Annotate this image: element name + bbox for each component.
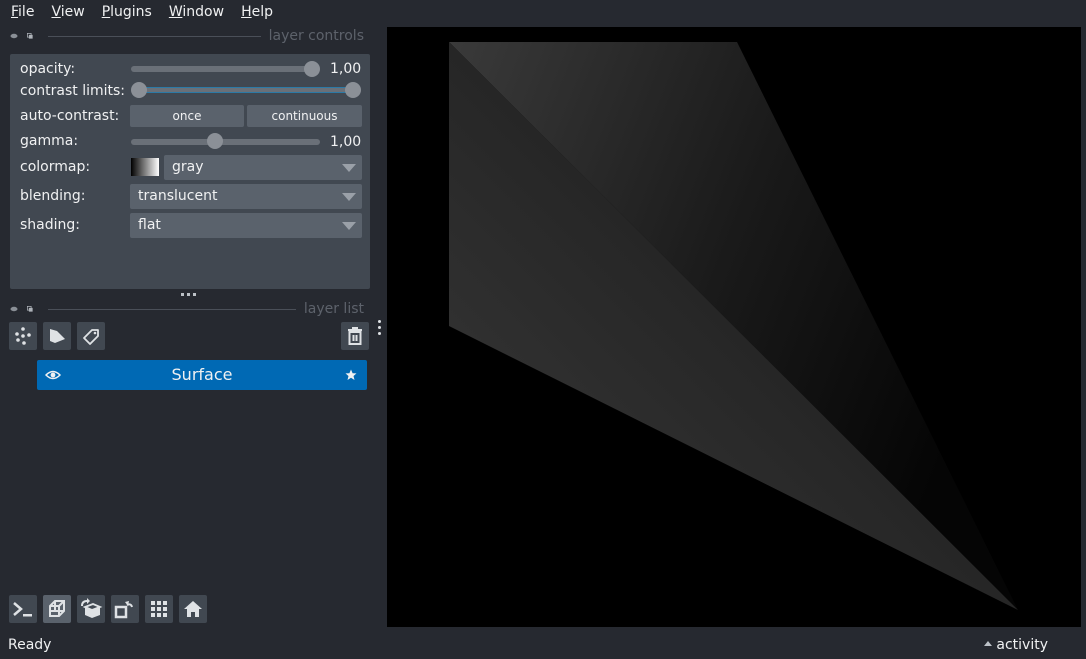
layer-controls-panel: opacity: 1,00 contrast limits: auto-cont… <box>10 54 370 289</box>
new-labels-layer-button[interactable] <box>77 322 105 350</box>
auto-contrast-label: auto-contrast: <box>20 108 120 124</box>
gamma-row: gamma: <box>20 129 130 153</box>
viewer-canvas[interactable] <box>387 27 1081 627</box>
shading-dropdown[interactable]: flat <box>130 213 362 238</box>
home-icon <box>184 601 202 617</box>
layer-controls-dock-title: layer controls <box>10 28 364 44</box>
opacity-slider[interactable] <box>131 66 313 72</box>
chevron-down-icon <box>342 193 356 201</box>
new-points-layer-button[interactable] <box>9 322 37 350</box>
contrast-limits-row: contrast limits: <box>20 79 130 103</box>
dock-title-divider <box>48 308 296 310</box>
transpose-dims-button[interactable] <box>111 595 139 623</box>
shading-label: shading: <box>20 217 80 233</box>
layer-list-dock-title: layer list <box>10 301 364 317</box>
grid-view-button[interactable] <box>145 595 173 623</box>
new-shapes-layer-button[interactable] <box>43 322 71 350</box>
activity-button[interactable]: activity <box>984 637 1048 653</box>
splitter-handle[interactable] <box>181 293 196 296</box>
opacity-row: opacity: <box>20 57 130 81</box>
status-text: Ready <box>8 637 52 653</box>
points-icon <box>15 327 31 345</box>
float-dock-icon[interactable] <box>26 306 34 312</box>
contrast-limits-high-handle[interactable] <box>345 82 361 98</box>
blending-label: blending: <box>20 188 86 204</box>
contrast-limits-low-handle[interactable] <box>131 82 147 98</box>
transpose-icon <box>114 601 133 619</box>
layer-item-surface[interactable]: Surface <box>37 360 367 390</box>
layer-name: Surface <box>171 365 233 384</box>
chevron-down-icon <box>342 164 356 172</box>
roll-dims-button[interactable] <box>77 595 105 623</box>
trash-icon <box>348 327 362 345</box>
menu-window[interactable]: Window <box>160 0 232 24</box>
toggle-3d-button[interactable] <box>43 595 71 623</box>
gamma-value: 1,00 <box>330 134 362 150</box>
label-tag-icon <box>83 329 99 345</box>
dock-title-divider <box>48 35 261 37</box>
gamma-label: gamma: <box>20 133 79 149</box>
terminal-icon <box>13 602 32 617</box>
blending-value: translucent <box>138 188 218 204</box>
chevron-down-icon <box>342 222 356 230</box>
float-dock-icon[interactable] <box>26 33 34 39</box>
menu-plugins[interactable]: Plugins <box>93 0 160 24</box>
opacity-slider-handle[interactable] <box>304 61 320 77</box>
cube-wireframe-icon <box>49 600 65 617</box>
caret-up-icon <box>984 641 993 646</box>
shading-row: shading: <box>20 213 130 237</box>
contrast-limits-slider[interactable] <box>139 87 353 93</box>
blending-row: blending: <box>20 184 130 208</box>
grid-icon <box>151 601 167 617</box>
roll-cube-icon <box>81 598 103 618</box>
gamma-slider-handle[interactable] <box>207 133 223 149</box>
hide-dock-icon[interactable] <box>10 33 18 39</box>
opacity-value: 1,00 <box>330 61 362 77</box>
menu-view[interactable]: View <box>42 0 92 24</box>
gamma-slider[interactable] <box>131 139 320 145</box>
contrast-limits-label: contrast limits: <box>20 83 125 99</box>
menu-file[interactable]: File <box>2 0 42 24</box>
delete-layer-button[interactable] <box>341 322 369 350</box>
console-button[interactable] <box>9 595 37 623</box>
menu-bar: File View Plugins Window Help <box>0 0 1086 24</box>
layer-list-title: layer list <box>303 301 364 317</box>
hide-dock-icon[interactable] <box>10 306 18 312</box>
layer-controls-title: layer controls <box>268 28 364 44</box>
shapes-icon <box>50 329 65 343</box>
shading-value: flat <box>138 217 161 233</box>
home-button[interactable] <box>179 595 207 623</box>
colormap-value: gray <box>172 159 204 175</box>
auto-contrast-continuous-button[interactable]: continuous <box>247 105 362 127</box>
star-icon <box>345 369 357 380</box>
colormap-dropdown[interactable]: gray <box>164 155 362 180</box>
auto-contrast-row: auto-contrast: <box>20 104 130 128</box>
colormap-preview <box>131 158 159 176</box>
opacity-label: opacity: <box>20 61 76 77</box>
auto-contrast-once-button[interactable]: once <box>130 105 244 127</box>
colormap-row: colormap: <box>20 155 130 179</box>
blending-dropdown[interactable]: translucent <box>130 184 362 209</box>
surface-render <box>449 42 1018 610</box>
menu-help[interactable]: Help <box>232 0 281 24</box>
more-options-handle[interactable] <box>378 320 381 335</box>
colormap-label: colormap: <box>20 159 91 175</box>
